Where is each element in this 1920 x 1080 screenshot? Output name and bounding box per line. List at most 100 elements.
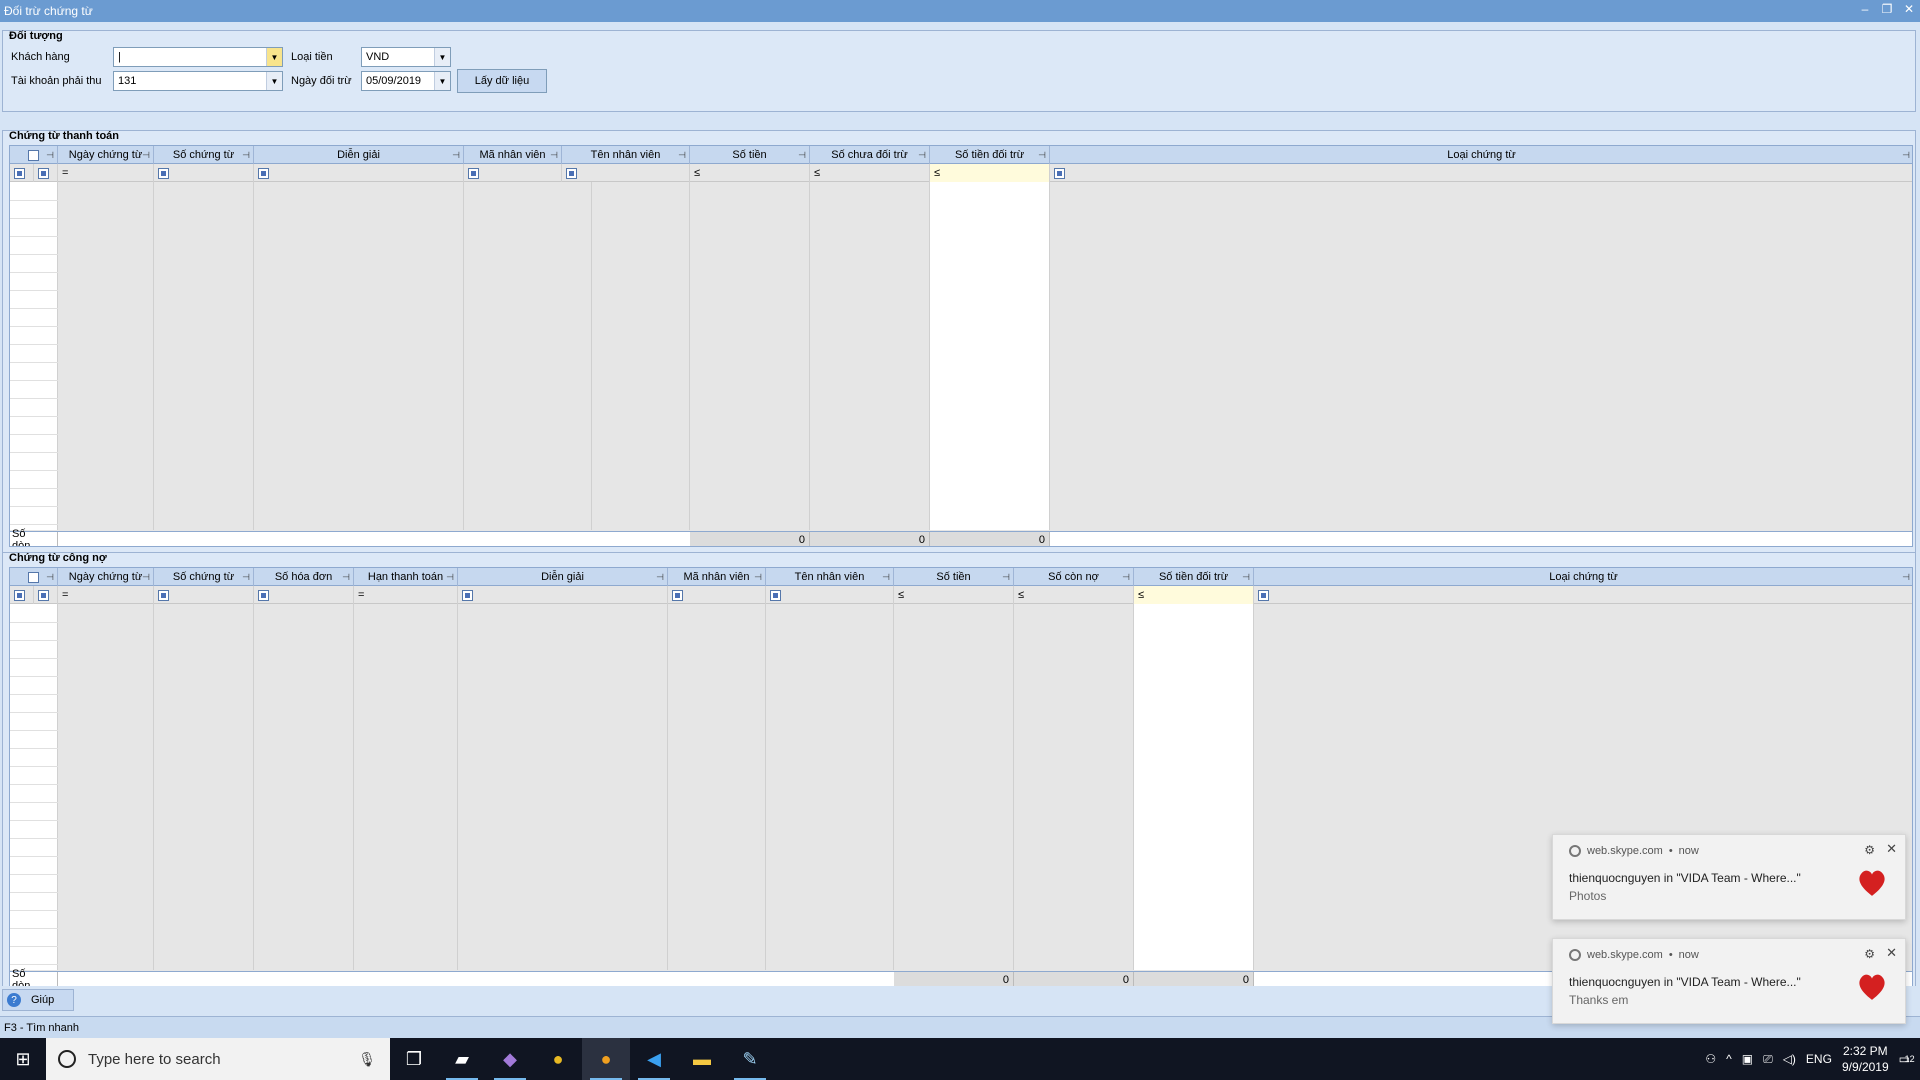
- filter-so-chung-tu[interactable]: [154, 164, 254, 182]
- pin-icon[interactable]: ⊣: [46, 572, 54, 583]
- pin-icon[interactable]: ⊣: [1242, 572, 1250, 583]
- filter-loai-chung-tu[interactable]: [1254, 586, 1912, 604]
- col-header-ma-nhan-vien[interactable]: Mã nhân viên ⊣: [668, 568, 766, 586]
- pin-icon[interactable]: ⊣: [242, 150, 250, 161]
- col-header-loai-chung-tu[interactable]: Loại chứng từ ⊣: [1050, 146, 1912, 164]
- filter-ten-nhan-vien[interactable]: [766, 586, 894, 604]
- file-explorer-icon[interactable]: ▬: [678, 1038, 726, 1080]
- pin-icon[interactable]: ⊣: [342, 572, 350, 583]
- filter-so-tien[interactable]: ≤: [894, 586, 1014, 604]
- col-header-ngay-chung-tu[interactable]: Ngày chứng từ ⊣: [58, 146, 154, 164]
- pin-icon[interactable]: ⊣: [242, 572, 250, 583]
- filter-ma-nhan-vien[interactable]: [464, 164, 562, 182]
- col-header-loai-chung-tu[interactable]: Loại chứng từ ⊣: [1254, 568, 1912, 586]
- notification-toast[interactable]: web.skype.com • now ⚙ ✕ thienquocnguyen in…: [1552, 834, 1906, 920]
- pin-icon[interactable]: ⊣: [1902, 572, 1910, 583]
- col-header-so-chung-tu[interactable]: Số chứng từ ⊣: [154, 568, 254, 586]
- pin-icon[interactable]: ⊣: [918, 150, 926, 161]
- visual-studio-icon[interactable]: ◆: [486, 1038, 534, 1080]
- pin-icon[interactable]: ⊣: [446, 572, 454, 583]
- col-header-ten-nhan-vien[interactable]: Tên nhân viên ⊣: [562, 146, 690, 164]
- col-header-so-tien[interactable]: Số tiền ⊣: [690, 146, 810, 164]
- data-column-editable[interactable]: [930, 182, 1050, 530]
- paint-icon[interactable]: ✎: [726, 1038, 774, 1080]
- network-icon[interactable]: ⎚: [1763, 1052, 1773, 1067]
- help-button[interactable]: ? Giúp: [2, 989, 74, 1011]
- chrome-icon[interactable]: ●: [534, 1038, 582, 1080]
- tai-khoan-combo[interactable]: 131 ▼: [113, 71, 283, 91]
- pin-icon[interactable]: ⊣: [142, 572, 150, 583]
- col-header-so-chung-tu[interactable]: Số chứng từ ⊣: [154, 146, 254, 164]
- col-header-dien-giai[interactable]: Diễn giải ⊣: [458, 568, 668, 586]
- select-all-checkbox[interactable]: [28, 571, 39, 583]
- chevron-up-icon[interactable]: ^: [1726, 1052, 1732, 1066]
- col-header-han-thanh-toan[interactable]: Hạn thanh toán ⊣: [354, 568, 458, 586]
- pin-icon[interactable]: ⊣: [452, 150, 460, 161]
- pin-icon[interactable]: ⊣: [1002, 572, 1010, 583]
- filter-so-tien-doi-tru[interactable]: ≤: [930, 164, 1050, 182]
- pin-icon[interactable]: ⊣: [882, 572, 890, 583]
- pin-icon[interactable]: ⊣: [754, 572, 762, 583]
- col-header-so-tien[interactable]: Số tiền ⊣: [894, 568, 1014, 586]
- chevron-down-icon[interactable]: ▼: [266, 48, 282, 66]
- chrome-canary-icon[interactable]: ●: [582, 1038, 630, 1080]
- pin-icon[interactable]: ⊣: [1902, 150, 1910, 161]
- windows-start-icon[interactable]: ⊞: [0, 1038, 46, 1080]
- pin-icon[interactable]: ⊣: [798, 150, 806, 161]
- pin-icon[interactable]: ⊣: [656, 572, 664, 583]
- pin-icon[interactable]: ⊣: [1122, 572, 1130, 583]
- col-header-ngay-chung-tu[interactable]: Ngày chứng từ ⊣: [58, 568, 154, 586]
- filter-han-thanh-toan[interactable]: =: [354, 586, 458, 604]
- filter-ten-nhan-vien[interactable]: [562, 164, 690, 182]
- col-header-so-tien-doi-tru[interactable]: Số tiền đối trừ ⊣: [930, 146, 1050, 164]
- microphone-icon[interactable]: 🎙: [358, 1051, 376, 1068]
- pin-icon[interactable]: ⊣: [550, 150, 558, 161]
- chevron-down-icon[interactable]: ▼: [434, 48, 450, 66]
- action-center-icon[interactable]: ▭ 12: [1899, 1052, 1915, 1066]
- filter-ngay-chung-tu[interactable]: =: [58, 164, 154, 182]
- filter-checkbox[interactable]: [10, 164, 34, 182]
- khach-hang-combo[interactable]: | ▼: [113, 47, 283, 67]
- sticky-notes-icon[interactable]: ▰: [438, 1038, 486, 1080]
- pin-icon[interactable]: ⊣: [1038, 150, 1046, 161]
- ngay-doi-tru-date[interactable]: 05/09/2019 ▼: [361, 71, 451, 91]
- col-header-so-tien-doi-tru[interactable]: Số tiền đối trừ ⊣: [1134, 568, 1254, 586]
- clock[interactable]: 2:32 PM 9/9/2019: [1842, 1043, 1889, 1075]
- gear-icon[interactable]: ⚙: [1864, 843, 1875, 857]
- col-header-so-con-no[interactable]: Số còn nợ ⊣: [1014, 568, 1134, 586]
- select-all-checkbox[interactable]: [28, 149, 39, 161]
- data-column-editable[interactable]: [1134, 604, 1254, 970]
- col-header-ten-nhan-vien[interactable]: Tên nhân viên ⊣: [766, 568, 894, 586]
- select-all-header[interactable]: ⊣: [10, 568, 58, 586]
- close-button[interactable]: ✕: [1902, 2, 1916, 16]
- task-view-icon[interactable]: ❐: [390, 1038, 438, 1080]
- col-header-ma-nhan-vien[interactable]: Mã nhân viên ⊣: [464, 146, 562, 164]
- notification-toast[interactable]: web.skype.com • now ⚙ ✕ thienquocnguyen in…: [1552, 938, 1906, 1024]
- filter-dien-giai[interactable]: [458, 586, 668, 604]
- restore-button[interactable]: ❐: [1880, 2, 1894, 16]
- filter-loai-chung-tu[interactable]: [1050, 164, 1912, 182]
- vscode-icon[interactable]: ◀: [630, 1038, 678, 1080]
- loai-tien-combo[interactable]: VND ▼: [361, 47, 451, 67]
- filter-ngay-chung-tu[interactable]: =: [58, 586, 154, 604]
- col-header-dien-giai[interactable]: Diễn giải ⊣: [254, 146, 464, 164]
- filter-dien-giai[interactable]: [254, 164, 464, 182]
- gear-icon[interactable]: ⚙: [1864, 947, 1875, 961]
- pin-icon[interactable]: ⊣: [46, 150, 54, 161]
- filter-checkbox[interactable]: [10, 586, 34, 604]
- people-icon[interactable]: ⚇: [1705, 1052, 1716, 1066]
- language-indicator[interactable]: ENG: [1806, 1052, 1832, 1066]
- filter-select-toggle[interactable]: [34, 164, 58, 182]
- app-tray-icon[interactable]: ▣: [1742, 1052, 1753, 1066]
- chevron-down-icon[interactable]: ▼: [266, 72, 282, 90]
- close-icon[interactable]: ✕: [1886, 841, 1897, 857]
- filter-so-tien-doi-tru[interactable]: ≤: [1134, 586, 1254, 604]
- filter-select-toggle[interactable]: [34, 586, 58, 604]
- filter-so-chung-tu[interactable]: [154, 586, 254, 604]
- col-header-so-chua-doi-tru[interactable]: Số chưa đối trừ ⊣: [810, 146, 930, 164]
- close-icon[interactable]: ✕: [1886, 945, 1897, 961]
- filter-so-tien[interactable]: ≤: [690, 164, 810, 182]
- filter-so-con-no[interactable]: ≤: [1014, 586, 1134, 604]
- pin-icon[interactable]: ⊣: [678, 150, 686, 161]
- minimize-button[interactable]: –: [1858, 2, 1872, 16]
